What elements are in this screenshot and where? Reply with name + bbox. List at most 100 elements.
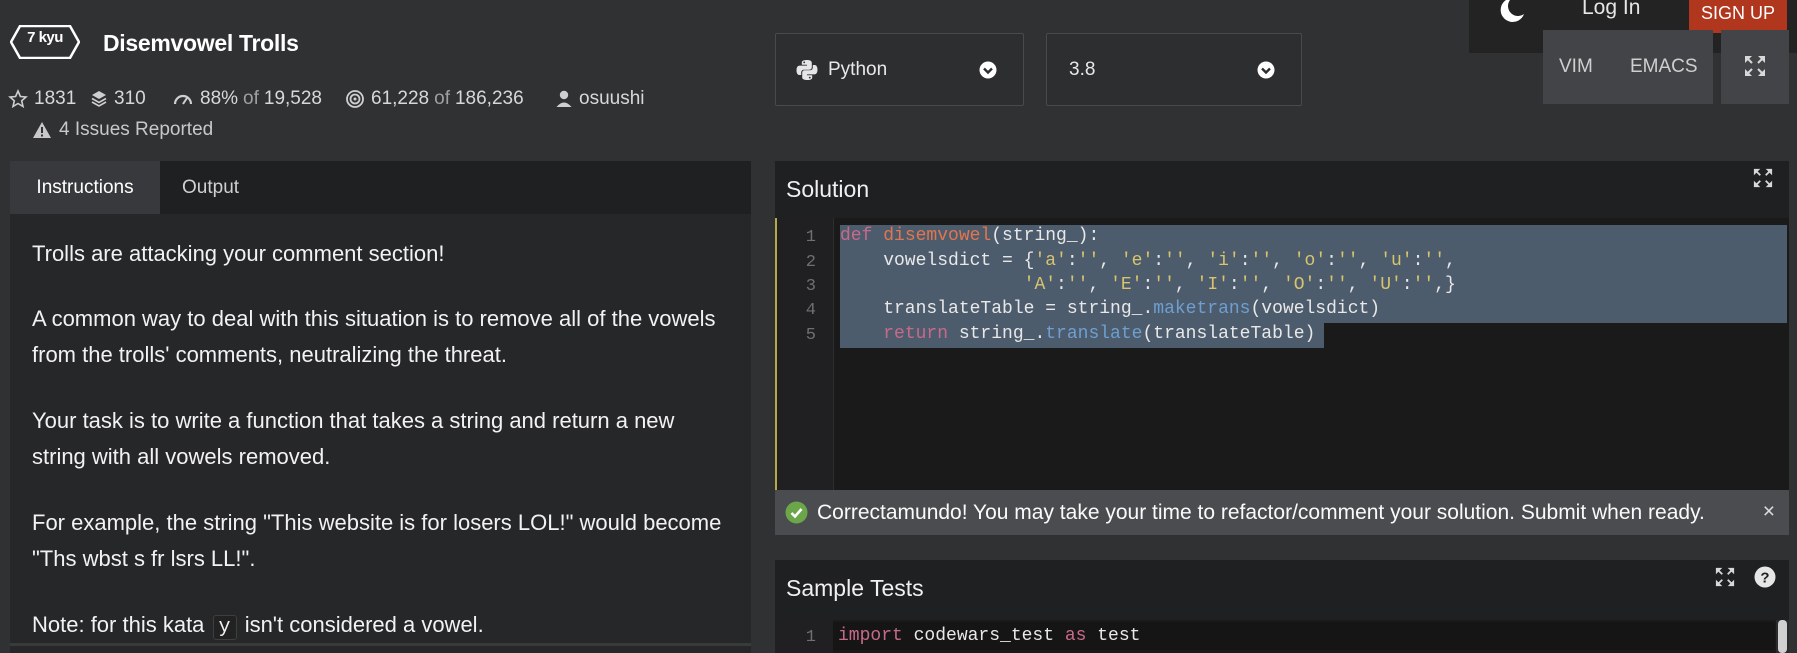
code-string: '': [1077, 251, 1100, 271]
instruction-paragraph: Trolls are attacking your comment sectio…: [32, 241, 445, 266]
instruction-paragraph: For example, the string "This website is…: [32, 505, 742, 577]
completed-stat: 61,228 of 186,236: [345, 86, 524, 112]
code-line: import codewars_test as test: [838, 626, 1140, 646]
code-method: translate: [1045, 324, 1143, 344]
code-keyword: def: [840, 226, 873, 246]
issues-label: 4 Issues Reported: [59, 119, 214, 140]
note-text: isn't considered a vowel.: [244, 612, 484, 637]
line-number: 1: [805, 228, 816, 247]
star-icon: [8, 89, 28, 109]
svg-text:?: ?: [1760, 570, 1769, 587]
login-link[interactable]: Log In: [1582, 0, 1640, 20]
line-number: 4: [805, 301, 816, 320]
stars-stat[interactable]: 1831: [8, 86, 76, 112]
code-line: 'A':'', 'E':'', 'I':'', 'O':'', 'U':'',}: [840, 275, 1456, 295]
editor-mode-group: VIM EMACS: [1543, 30, 1713, 104]
code-string: 'O': [1282, 275, 1316, 295]
expand-icon[interactable]: [1715, 567, 1735, 587]
scrollbar-thumb[interactable]: [1778, 620, 1787, 653]
code-string: 'U': [1369, 275, 1402, 295]
instruction-line: from the trolls' comments, neutralizing …: [32, 342, 507, 367]
close-icon[interactable]: ×: [1763, 500, 1775, 524]
code-text: string_.: [948, 324, 1046, 344]
attempts-count: 186,236: [454, 88, 524, 109]
completed-count: 61,228: [371, 88, 430, 109]
code-function-name: disemvowel: [883, 226, 992, 246]
code-string: '': [1326, 275, 1348, 295]
instruction-line: string with all vowels removed.: [32, 444, 331, 469]
layers-icon: [90, 89, 108, 109]
language-value: Python: [828, 58, 888, 80]
expand-icon[interactable]: [1753, 168, 1773, 188]
instruction-line: Your task is to write a function that ta…: [32, 408, 675, 433]
signup-button[interactable]: SIGN UP: [1689, 0, 1787, 33]
code-string: 'e': [1120, 251, 1154, 271]
code-string: 'a': [1034, 251, 1067, 271]
code-line: def disemvowel(string_):: [840, 226, 1099, 246]
satisfaction-stat: 88% of 19,528: [172, 86, 322, 112]
line-number: 5: [805, 326, 816, 345]
code-text: codewars_test: [902, 626, 1065, 646]
vim-mode-button[interactable]: VIM: [1559, 56, 1593, 78]
fullscreen-button[interactable]: [1721, 30, 1789, 104]
of-label: of: [243, 88, 259, 109]
code-line: vowelsdict = {'a':'', 'e':'', 'i':'', 'o…: [840, 251, 1456, 271]
fullscreen-icon: [1745, 56, 1765, 76]
code-string: '': [1239, 275, 1262, 295]
code-text: (string_):: [991, 226, 1100, 246]
target-icon: [345, 89, 365, 109]
code-line: translateTable = string_.maketrans(vowel…: [840, 299, 1380, 319]
satisfaction-rate: 88%: [200, 88, 239, 109]
code-line: return string_.translate(translateTable): [840, 324, 1315, 344]
code-string: 'i': [1207, 251, 1240, 271]
solution-title: Solution: [786, 176, 870, 202]
instruction-line: For example, the string "This website is…: [32, 510, 722, 535]
instruction-paragraph: Note: for this kata y isn't considered a…: [32, 607, 742, 646]
code-text: test: [1086, 626, 1141, 646]
collections-count: 310: [114, 88, 146, 109]
rank-label: 7 kyu: [27, 29, 63, 46]
code-string: 'u': [1380, 251, 1413, 271]
version-select[interactable]: 3.8: [1046, 33, 1302, 106]
instruction-line: A common way to deal with this situation…: [32, 306, 716, 331]
code-string: 'I': [1196, 275, 1229, 295]
help-icon[interactable]: ?: [1754, 566, 1776, 588]
collections-stat[interactable]: 310: [90, 86, 146, 112]
code-text: (vowelsdict): [1250, 299, 1381, 319]
line-number: 3: [805, 277, 816, 296]
code-string: '': [1336, 251, 1359, 271]
python-icon: [796, 59, 818, 81]
success-banner: Correctamundo! You may take your time to…: [775, 490, 1789, 535]
gauge-icon: [172, 89, 194, 109]
horizontal-divider: [10, 643, 751, 646]
emacs-mode-button[interactable]: EMACS: [1630, 56, 1698, 78]
chevron-down-icon: [979, 61, 997, 79]
chevron-down-icon: [1257, 61, 1275, 79]
tab-instructions[interactable]: Instructions: [10, 161, 160, 214]
instruction-line: "Ths wbst s fr lsrs LL!".: [32, 546, 256, 571]
code-text: translateTable = string_.: [840, 299, 1154, 319]
code-string: '': [1423, 251, 1446, 271]
issues-link[interactable]: 4 Issues Reported: [32, 117, 213, 143]
moon-icon[interactable]: [1496, 0, 1526, 24]
author-stat[interactable]: osuushi: [555, 86, 645, 112]
kata-title: Disemvowel Trolls: [103, 30, 299, 56]
author-name[interactable]: osuushi: [579, 88, 645, 110]
code-string: '': [1164, 251, 1186, 271]
success-message: Correctamundo! You may take your time to…: [817, 500, 1705, 524]
stars-count: 1831: [34, 88, 77, 109]
votes-count: 19,528: [263, 88, 323, 109]
of-label: of: [434, 88, 450, 109]
version-value: 3.8: [1069, 58, 1096, 80]
language-select[interactable]: Python: [775, 33, 1024, 106]
code-string: 'E': [1110, 275, 1143, 295]
code-string: '': [1153, 275, 1175, 295]
sample-tests-header: [775, 560, 1789, 620]
note-text: Note: for this kata: [32, 612, 205, 637]
code-string: '': [1412, 275, 1435, 295]
instruction-paragraph: A common way to deal with this situation…: [32, 301, 742, 373]
code-keyword: as: [1064, 626, 1087, 646]
tab-output[interactable]: Output: [182, 161, 239, 214]
